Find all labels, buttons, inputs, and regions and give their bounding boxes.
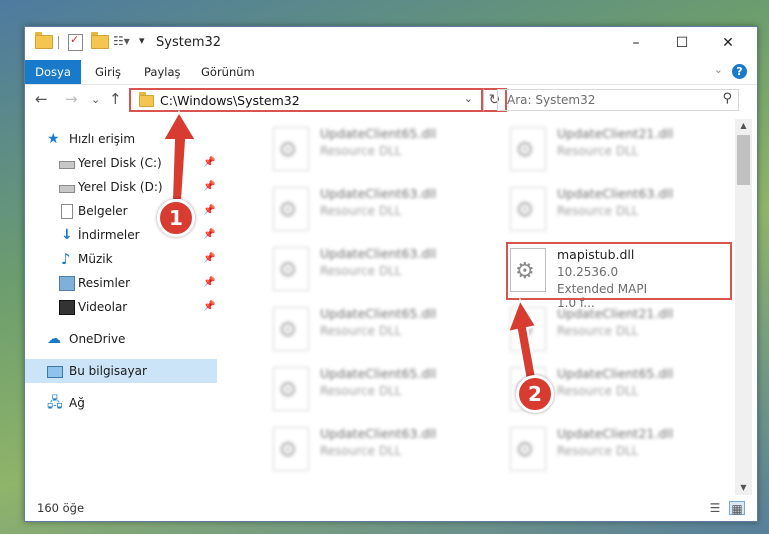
step-2-badge: 2 (516, 375, 554, 413)
step-1-badge: 1 (157, 199, 195, 237)
annotation-arrows (161, 110, 538, 382)
arrow-2 (506, 297, 538, 382)
arrow-1 (161, 110, 198, 201)
